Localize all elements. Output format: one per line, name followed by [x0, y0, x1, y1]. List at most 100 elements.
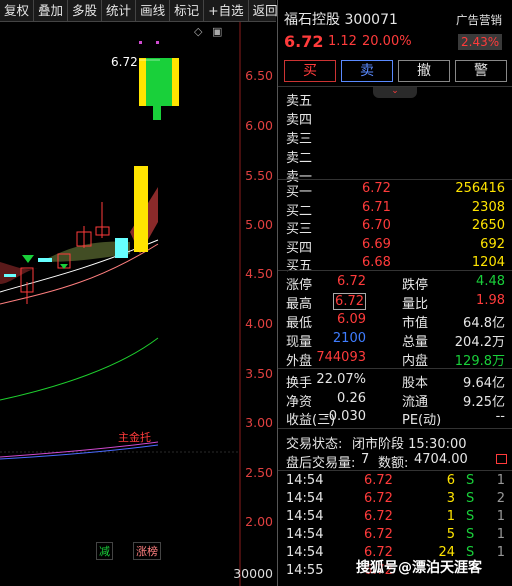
- sell-level-label: 卖三: [286, 132, 313, 147]
- tick-count: 2: [496, 491, 505, 506]
- buy-level-volume: 2650: [471, 218, 505, 233]
- buy-level-volume: 256416: [455, 181, 505, 196]
- stat-label: 涨停: [286, 278, 313, 293]
- sector-name[interactable]: 广告营销: [456, 12, 502, 28]
- stat-value: 6.09: [337, 312, 366, 327]
- after-hours-label: 盘后交易量:: [286, 456, 356, 471]
- tick-price: 6.72: [364, 473, 393, 488]
- stat-row: 换手 22.07% 股本 9.64亿: [278, 371, 512, 391]
- chart-toolbar: 复权 叠加 多股 统计 画线 标记 +自选 返回: [0, 0, 283, 22]
- tick-time: 14:55: [286, 563, 324, 578]
- trade-status-row: 交易状态: 闭市阶段 15:30:00: [278, 432, 512, 452]
- buy-level-label: 买四: [286, 240, 313, 256]
- stat-value: 744093: [316, 350, 366, 365]
- tick-count: 1: [496, 545, 505, 560]
- tick-side: S: [466, 527, 475, 542]
- buy-level-price: 6.68: [362, 255, 391, 270]
- stat-value: 129.8万: [454, 354, 505, 369]
- kline-chart[interactable]: 6.72 6.50 6.00 5.50 5.00 4.50 4.00 3.50 …: [0, 22, 276, 586]
- stat-label: 换手: [286, 376, 313, 391]
- stock-name: 福石控股: [284, 12, 340, 28]
- tick-price: 6.72: [364, 491, 393, 506]
- buy-level-label: 买二: [286, 203, 313, 219]
- sell-level-label: 卖五: [286, 94, 313, 109]
- tick-price: 6.72: [364, 527, 393, 542]
- stat-value: 22.07%: [316, 372, 366, 387]
- stat-value: -0.030: [324, 409, 366, 424]
- sell-level-row: 卖二: [278, 146, 512, 166]
- sell-level-label: 卖四: [286, 113, 313, 128]
- stat-value: 9.64亿: [463, 376, 505, 391]
- after-hours-row: 盘后交易量: 7 数额: 4704.00: [278, 451, 512, 471]
- window-icon[interactable]: ▣: [212, 25, 222, 38]
- price-change-pct: 20.00%: [362, 34, 412, 49]
- sell-button[interactable]: 卖: [341, 60, 393, 82]
- tick-volume: 1: [446, 509, 455, 524]
- stat-label: 最高: [286, 297, 313, 312]
- reduce-tag: 减: [96, 542, 113, 560]
- candle: [115, 238, 128, 258]
- sell-level-label: 卖二: [286, 151, 313, 166]
- restore-rights-button[interactable]: 复权: [0, 0, 35, 22]
- axis-label: 4.00: [245, 316, 273, 331]
- draw-line-button[interactable]: 画线: [136, 0, 171, 22]
- chart-canvas: [0, 22, 241, 586]
- stat-row: 净资 0.26 流通 9.25亿: [278, 390, 512, 410]
- diamond-icon[interactable]: ◇: [194, 25, 202, 38]
- stat-label: 内盘: [402, 354, 429, 369]
- axis-label: 3.00: [245, 415, 273, 430]
- axis-label: 5.50: [245, 168, 273, 183]
- price-change: 1.12: [328, 34, 357, 49]
- trade-status-label: 交易状态:: [286, 437, 343, 452]
- multi-stock-button[interactable]: 多股: [68, 0, 103, 22]
- stat-row: 外盘 744093 内盘 129.8万: [278, 349, 512, 369]
- detail-icon[interactable]: [496, 454, 507, 464]
- axis-label: 4.50: [245, 266, 273, 281]
- quote-panel: 福石控股 300071 广告营销 6.72 1.12 20.00% 2.43% …: [277, 0, 512, 586]
- tick-count: 1: [496, 509, 505, 524]
- buy-level-price: 6.69: [362, 236, 391, 252]
- stat-label: 总量: [402, 335, 429, 350]
- stat-label: 现量: [286, 335, 313, 350]
- mark-button[interactable]: 标记: [170, 0, 205, 22]
- stat-label: 最低: [286, 316, 313, 331]
- tick-time: 14:54: [286, 473, 324, 488]
- stat-value: 2100: [332, 331, 366, 346]
- stat-row: 收益(三) -0.030 PE(动) --: [278, 408, 512, 428]
- buy-level-label: 买一: [286, 185, 313, 200]
- volume-axis-label: 30000: [233, 566, 273, 581]
- overlay-button[interactable]: 叠加: [34, 0, 69, 22]
- stat-value: 6.72: [333, 293, 366, 310]
- stat-value: 6.72: [337, 274, 366, 289]
- tick-side: S: [466, 473, 475, 488]
- stat-label: 外盘: [286, 354, 313, 369]
- price-line: 6.72 1.12 20.00% 2.43%: [278, 28, 512, 53]
- sell-level-row: 卖五: [278, 89, 512, 109]
- stat-row: 涨停 6.72 跌停 4.48: [278, 273, 512, 293]
- buy-level-price: 6.70: [362, 218, 391, 233]
- tick-volume: 5: [446, 527, 455, 542]
- add-watchlist-button[interactable]: +自选: [204, 0, 249, 22]
- after-hours-amount-label: 数额:: [378, 456, 409, 471]
- stat-label: 市值: [402, 316, 429, 331]
- tick-side: S: [466, 509, 475, 524]
- trade-status-value: 闭市阶段 15:30:00: [352, 437, 467, 452]
- after-hours-count: 7: [361, 452, 370, 467]
- buy-button[interactable]: 买: [284, 60, 336, 82]
- tick-time: 14:54: [286, 545, 324, 560]
- stat-value: 64.8亿: [463, 316, 505, 331]
- buy-level-row: 买二 6.71 2308: [278, 199, 512, 219]
- stat-value: 1.98: [476, 293, 505, 308]
- buy-level-price: 6.72: [362, 181, 391, 196]
- limit-up-candle: [134, 166, 148, 252]
- cancel-order-button[interactable]: 撤: [398, 60, 450, 82]
- stat-row: 最低 6.09 市值 64.8亿: [278, 311, 512, 331]
- alert-button[interactable]: 警: [455, 60, 507, 82]
- stat-value: 9.25亿: [463, 394, 505, 410]
- limit-list-tag: 涨榜: [133, 542, 161, 560]
- sector-change-pct: 2.43%: [458, 34, 503, 50]
- statistics-button[interactable]: 统计: [102, 0, 137, 22]
- stat-label: 净资: [286, 394, 313, 410]
- stat-label: 流通: [402, 394, 429, 410]
- tick-side: S: [466, 491, 475, 506]
